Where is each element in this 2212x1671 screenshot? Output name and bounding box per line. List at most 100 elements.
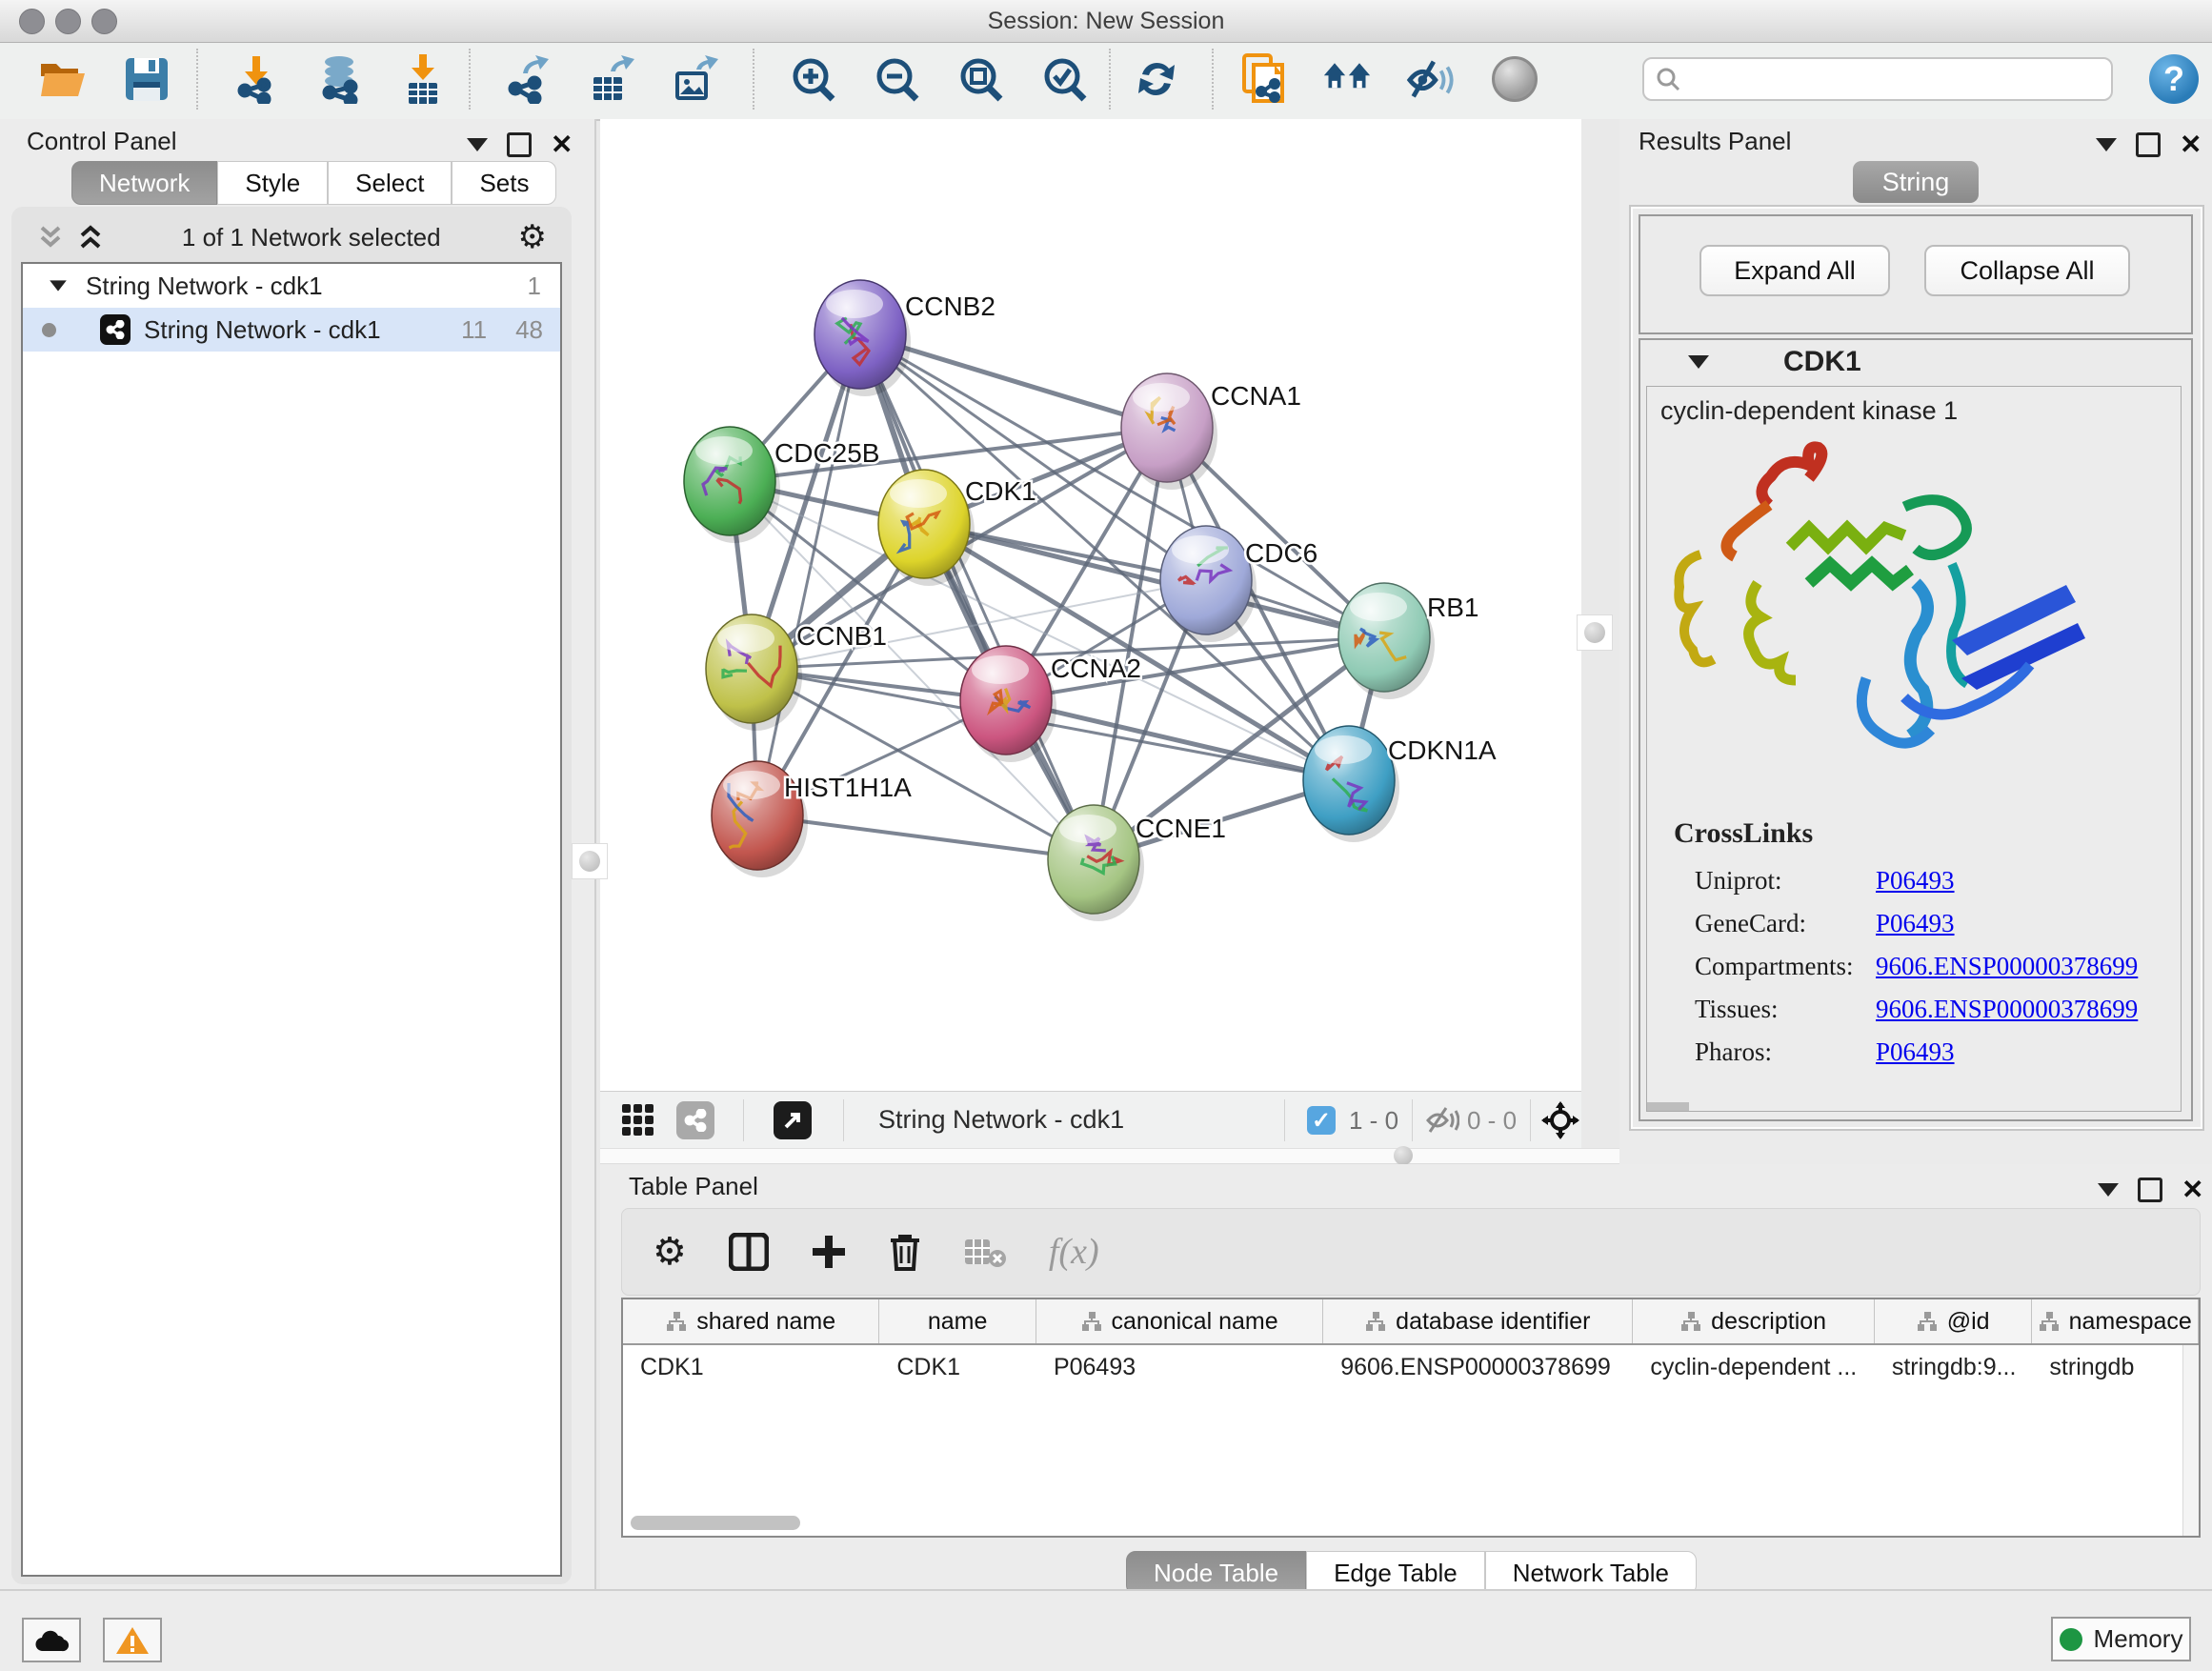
table-cell[interactable]: stringdb:9...: [1875, 1345, 2033, 1389]
crosslink-link[interactable]: P06493: [1876, 866, 1955, 896]
tab-string[interactable]: String: [1853, 161, 1979, 203]
network-canvas[interactable]: CCNB2CCNA1CDC25BCDK1CDC6RB1CCNB1CCNA2CDK…: [600, 119, 1581, 1091]
minimize-window-button[interactable]: [55, 9, 81, 34]
export-image-icon[interactable]: [671, 54, 720, 104]
network-overview-icon[interactable]: [676, 1101, 714, 1139]
column-header-canonical-name[interactable]: canonical name: [1036, 1299, 1323, 1343]
refresh-icon[interactable]: [1132, 54, 1181, 104]
new-network-from-selection-icon[interactable]: [1238, 54, 1288, 104]
network-node-CDKN1A[interactable]: CDKN1A: [1303, 726, 1497, 842]
tree-expand-icon[interactable]: [50, 280, 67, 291]
table-row[interactable]: CDK1CDK1P064939606.ENSP00000378699cyclin…: [623, 1345, 2199, 1389]
close-panel-icon[interactable]: ✕: [2182, 1180, 2203, 1199]
delete-column-icon[interactable]: [889, 1233, 921, 1271]
import-network-icon[interactable]: [231, 54, 280, 104]
selected-checkbox[interactable]: ✓: [1307, 1106, 1336, 1135]
show-columns-icon[interactable]: [729, 1233, 769, 1271]
add-column-icon[interactable]: [811, 1234, 847, 1270]
column-header-description[interactable]: description: [1633, 1299, 1874, 1343]
column-header-shared-name[interactable]: shared name: [623, 1299, 879, 1343]
collapse-all-icon[interactable]: [36, 224, 65, 251]
close-panel-icon[interactable]: ✕: [551, 135, 573, 154]
import-table-icon[interactable]: [398, 54, 448, 104]
maximize-window-button[interactable]: [91, 9, 117, 34]
crosslink-link[interactable]: 9606.ENSP00000378699: [1876, 995, 2138, 1024]
expand-all-button[interactable]: Expand All: [1699, 245, 1890, 296]
zoom-out-icon[interactable]: [873, 54, 922, 104]
float-panel-icon[interactable]: [2138, 1178, 2162, 1202]
float-panel-icon[interactable]: [2136, 132, 2161, 157]
network-edge[interactable]: [757, 334, 860, 815]
main-toolbar: ?: [0, 43, 2212, 121]
cloud-button[interactable]: [22, 1618, 81, 1662]
show-hide-graphics-details-icon[interactable]: [1406, 54, 1456, 104]
first-neighbors-icon[interactable]: [1322, 54, 1372, 104]
float-panel-icon[interactable]: [507, 132, 532, 157]
network-collection-row[interactable]: String Network - cdk1 1: [23, 264, 560, 308]
tab-sets[interactable]: Sets: [452, 161, 556, 205]
crosslink-link[interactable]: 9606.ENSP00000378699: [1876, 952, 2138, 981]
crosslink-link[interactable]: P06493: [1876, 909, 1955, 938]
horizontal-scrollbar-thumb[interactable]: [631, 1516, 800, 1530]
search-input[interactable]: [1688, 65, 2111, 93]
export-table-icon[interactable]: [587, 54, 636, 104]
tab-select[interactable]: Select: [328, 161, 452, 205]
network-graph[interactable]: CCNB2CCNA1CDC25BCDK1CDC6RB1CCNB1CCNA2CDK…: [600, 119, 1581, 1091]
close-window-button[interactable]: [19, 9, 45, 34]
expand-all-icon[interactable]: [76, 224, 105, 251]
close-panel-icon[interactable]: ✕: [2180, 135, 2202, 154]
network-node-CCNB2[interactable]: CCNB2: [814, 280, 995, 396]
zoom-selected-icon[interactable]: [1040, 54, 1090, 104]
table-cell[interactable]: P06493: [1036, 1345, 1323, 1389]
save-session-icon[interactable]: [122, 54, 171, 104]
help-icon[interactable]: ?: [2149, 54, 2199, 104]
tab-style[interactable]: Style: [217, 161, 328, 205]
network-node-RB1[interactable]: RB1: [1338, 583, 1478, 699]
network-node-CCNB1[interactable]: CCNB1: [706, 614, 887, 731]
gear-icon[interactable]: ⚙: [518, 221, 547, 253]
vertical-scrollbar[interactable]: [2182, 1345, 2199, 1536]
memory-button[interactable]: Memory: [2051, 1617, 2191, 1661]
zoom-fit-icon[interactable]: [956, 54, 1006, 104]
collapse-all-button[interactable]: Collapse All: [1924, 245, 2130, 296]
table-cell[interactable]: cyclin-dependent ...: [1633, 1345, 1874, 1389]
open-session-icon[interactable]: [38, 54, 88, 104]
left-splitter-handle[interactable]: [572, 843, 608, 879]
column-header-database-identifier[interactable]: database identifier: [1323, 1299, 1633, 1343]
crosslink-link[interactable]: P06493: [1876, 1037, 1955, 1067]
open-in-window-icon[interactable]: [774, 1101, 812, 1139]
warnings-button[interactable]: [103, 1618, 162, 1662]
network-collection-label: String Network - cdk1: [86, 272, 323, 301]
splitter-handle-dot[interactable]: [1394, 1146, 1413, 1165]
table-cell[interactable]: 9606.ENSP00000378699: [1323, 1345, 1633, 1389]
table-cell[interactable]: stringdb: [2032, 1345, 2199, 1389]
collapse-panel-icon[interactable]: [467, 138, 488, 151]
pan-crosshair-icon[interactable]: [1541, 1101, 1579, 1144]
column-header-@id[interactable]: @id: [1875, 1299, 2033, 1343]
table-settings-gear-icon[interactable]: ⚙: [653, 1233, 687, 1271]
table-cell[interactable]: CDK1: [879, 1345, 1036, 1389]
table-cell[interactable]: CDK1: [623, 1345, 879, 1389]
column-header-namespace[interactable]: namespace: [2032, 1299, 2199, 1343]
search-box[interactable]: [1642, 57, 2113, 101]
network-edge[interactable]: [1006, 700, 1349, 780]
right-splitter-handle[interactable]: [1577, 614, 1613, 651]
collapse-panel-icon[interactable]: [2098, 1183, 2119, 1197]
network-node-CCNE1[interactable]: CCNE1: [1048, 805, 1226, 921]
network-row-selected[interactable]: String Network - cdk1 11 48: [23, 308, 560, 352]
export-network-icon[interactable]: [503, 54, 553, 104]
grid-view-icon[interactable]: [621, 1103, 655, 1142]
import-network-from-database-icon[interactable]: [314, 54, 364, 104]
tab-network[interactable]: Network: [71, 161, 217, 205]
network-node-CDC25B[interactable]: CDC25B: [684, 427, 879, 543]
node-label: CDKN1A: [1388, 735, 1497, 765]
column-header-name[interactable]: name: [879, 1299, 1036, 1343]
mini-scrollbar[interactable]: [1647, 1102, 1689, 1111]
birds-eye-view-icon[interactable]: [1490, 54, 1539, 104]
collapse-panel-icon[interactable]: [2096, 138, 2117, 151]
zoom-in-icon[interactable]: [789, 54, 838, 104]
network-node-HIST1H1A[interactable]: HIST1H1A: [712, 761, 912, 877]
toolbar-separator: [753, 49, 754, 110]
section-collapse-icon[interactable]: [1688, 355, 1709, 369]
network-node-CDK1[interactable]: CDK1: [878, 470, 1036, 586]
